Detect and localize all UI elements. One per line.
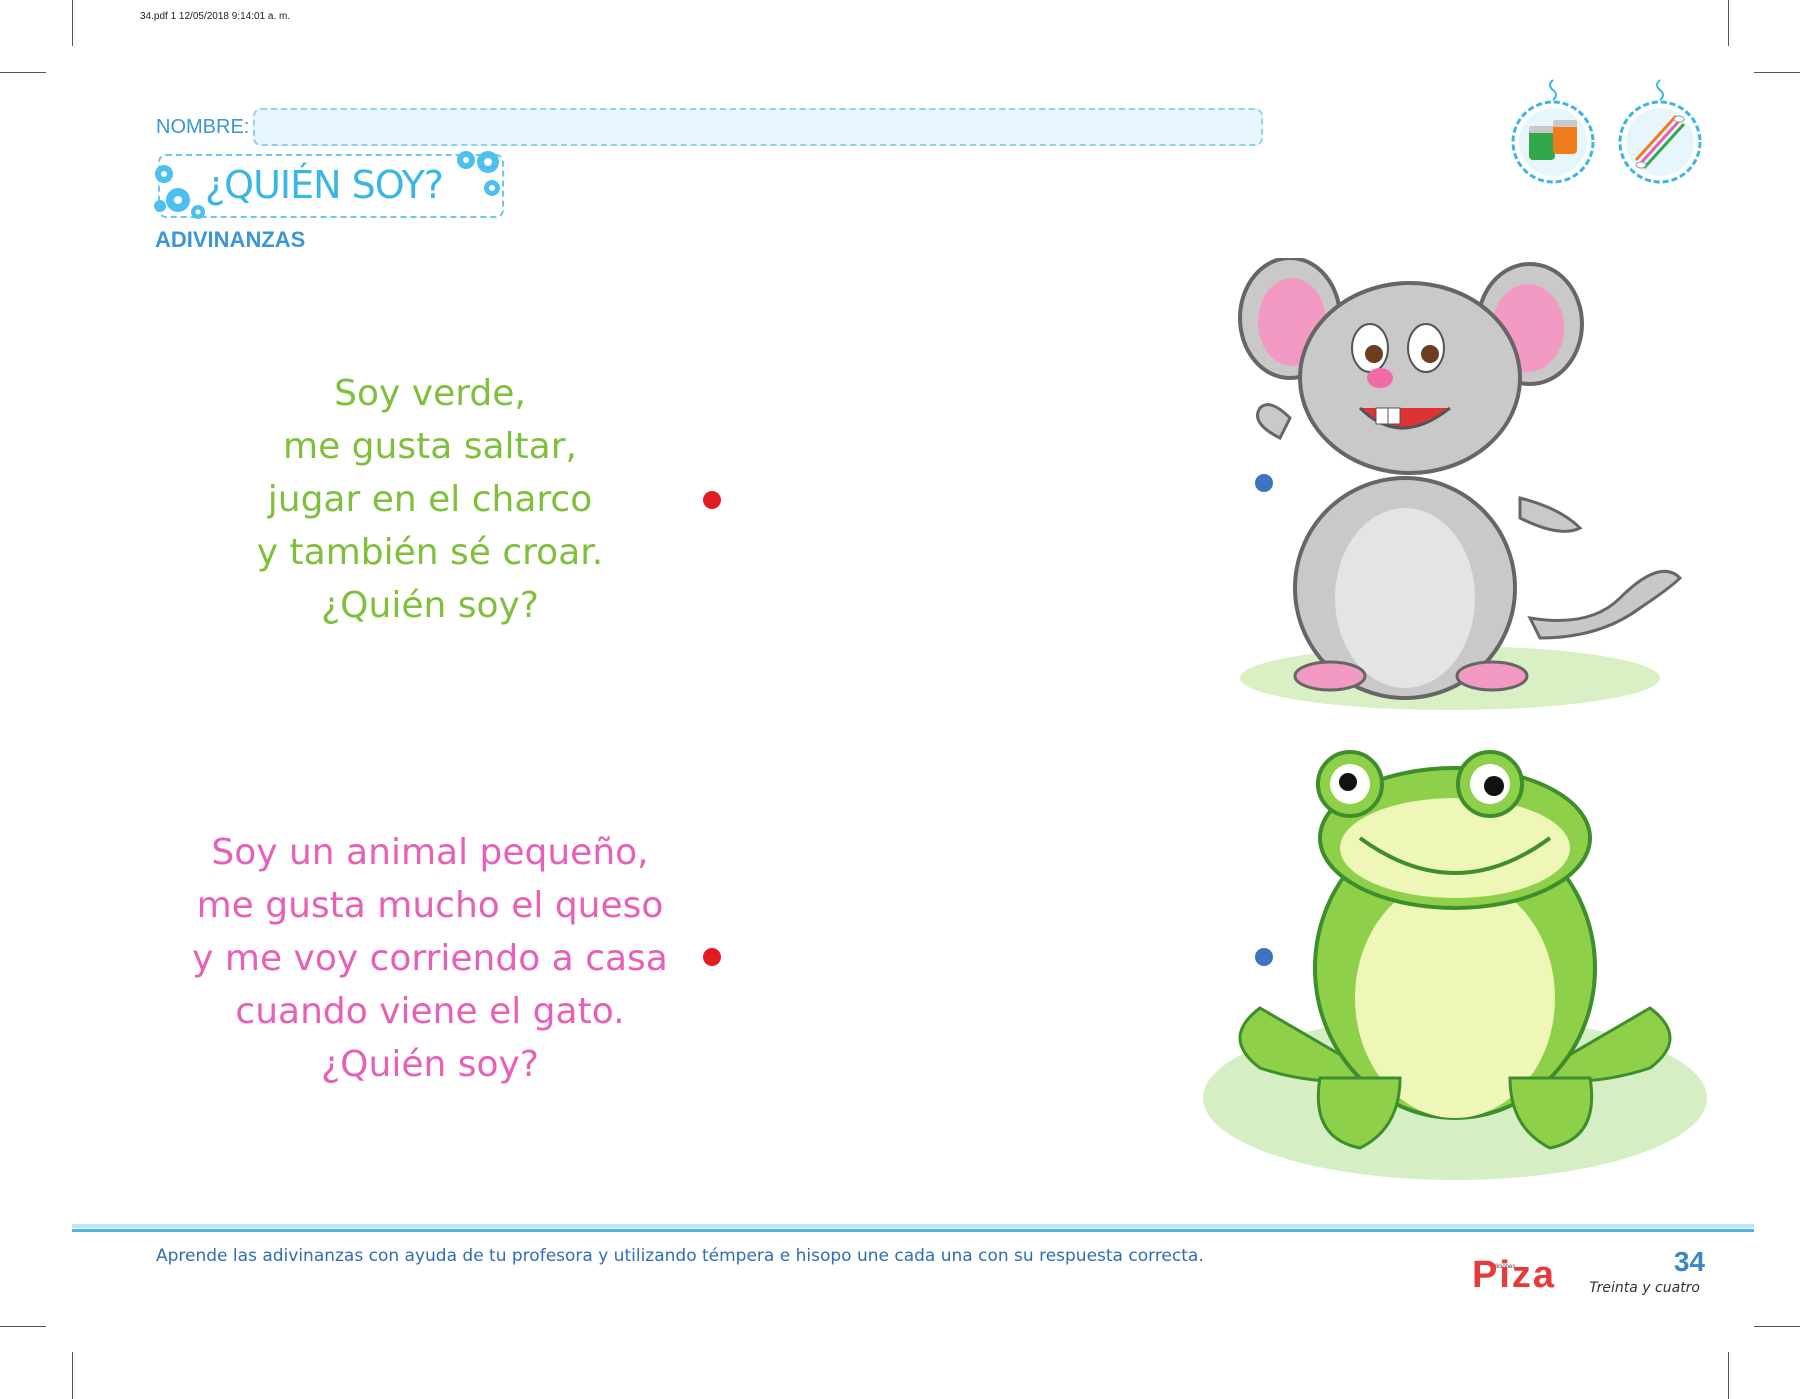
- riddle-mouse: Soy un animal pequeño, me gusta mucho el…: [140, 826, 720, 1091]
- print-info: 34.pdf 1 12/05/2018 9:14:01 a. m.: [140, 11, 291, 22]
- crop-mark: [0, 72, 46, 73]
- crop-mark: [1754, 72, 1800, 73]
- riddle-line: y también sé croar.: [256, 532, 604, 573]
- riddle-dot-2[interactable]: [703, 948, 721, 966]
- page-title: ¿QUIÉN SOY?: [205, 163, 444, 207]
- flower-cluster-icon: [154, 165, 205, 219]
- riddle-line: Soy verde,: [334, 373, 526, 414]
- crop-mark: [1754, 1326, 1800, 1327]
- riddle-line: y me voy corriendo a casa: [192, 938, 668, 979]
- riddle-line: ¿Quién soy?: [321, 1044, 539, 1085]
- cotton-swabs-icon: [1618, 79, 1702, 184]
- riddle-line: cuando viene el gato.: [235, 991, 625, 1032]
- riddle-line: jugar en el charco: [267, 479, 593, 520]
- mouse-illustration: [1238, 258, 1683, 710]
- crop-mark: [72, 0, 73, 46]
- page-number: 34: [1673, 1246, 1705, 1277]
- riddle-frog: Soy verde, me gusta saltar, jugar en el …: [180, 367, 680, 632]
- crop-mark: [0, 1326, 46, 1327]
- footer-rule: [72, 1224, 1754, 1228]
- riddle-line: me gusta mucho el queso: [196, 885, 664, 926]
- riddle-dot-1[interactable]: [703, 491, 721, 509]
- riddle-line: me gusta saltar,: [283, 426, 577, 467]
- footer-rule: [72, 1229, 1754, 1232]
- crop-mark: [1728, 0, 1729, 46]
- flower-cluster-icon: [457, 151, 500, 196]
- crop-mark: [72, 1352, 73, 1399]
- riddle-line: Soy un animal pequeño,: [211, 832, 649, 873]
- name-label: NOMBRE:: [156, 116, 250, 138]
- page-number-words: Treinta y cuatro: [1589, 1280, 1700, 1296]
- frog-illustration: [1203, 750, 1707, 1180]
- riddle-line: ¿Quién soy?: [321, 585, 539, 626]
- name-field[interactable]: [253, 108, 1263, 146]
- paint-jars-icon: [1511, 79, 1595, 184]
- page-subtitle: ADIVINANZAS: [155, 227, 306, 252]
- brand-logo: Piza: [1472, 1254, 1557, 1296]
- instruction-text: Aprende las adivinanzas con ayuda de tu …: [156, 1246, 1204, 1266]
- crop-mark: [1728, 1352, 1729, 1399]
